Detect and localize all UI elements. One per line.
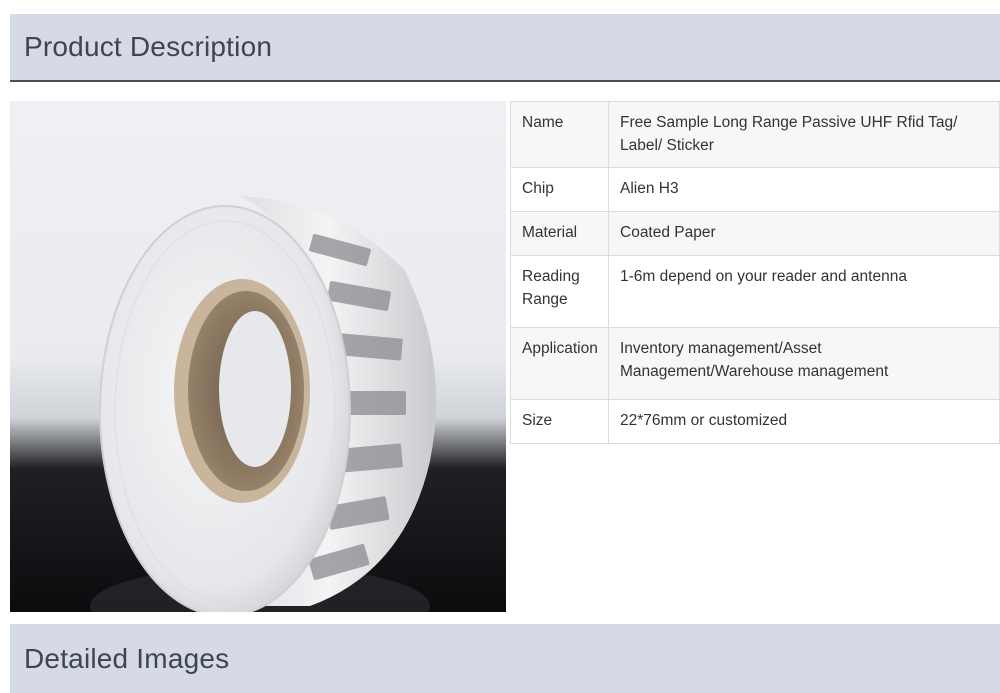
spec-row-name: Name Free Sample Long Range Passive UHF … bbox=[510, 101, 1000, 168]
spec-key: Reading Range bbox=[510, 255, 609, 328]
spec-row-size: Size 22*76mm or customized bbox=[510, 399, 1000, 444]
spec-value: Alien H3 bbox=[608, 167, 1000, 212]
spec-value: Inventory management/Asset Management/Wa… bbox=[608, 327, 1000, 400]
section-header-product-description: Product Description bbox=[10, 14, 1000, 82]
section-header-detailed-images: Detailed Images bbox=[10, 624, 1000, 693]
spec-row-application: Application Inventory management/Asset M… bbox=[510, 327, 1000, 400]
rfid-label-roll-illustration bbox=[90, 196, 437, 612]
spec-key: Chip bbox=[510, 167, 609, 212]
spec-key: Application bbox=[510, 327, 609, 400]
spec-value: Free Sample Long Range Passive UHF Rfid … bbox=[608, 101, 1000, 168]
product-specs-table: Name Free Sample Long Range Passive UHF … bbox=[510, 101, 1000, 444]
spec-key: Name bbox=[510, 101, 609, 168]
spec-key: Size bbox=[510, 399, 609, 444]
section-title: Product Description bbox=[24, 31, 273, 62]
spec-key: Material bbox=[510, 211, 609, 256]
spec-value: Coated Paper bbox=[608, 211, 1000, 256]
spec-row-reading-range: Reading Range 1-6m depend on your reader… bbox=[510, 255, 1000, 328]
spec-row-chip: Chip Alien H3 bbox=[510, 167, 1000, 212]
spec-value: 1-6m depend on your reader and antenna bbox=[608, 255, 1000, 328]
spec-value: 22*76mm or customized bbox=[608, 399, 1000, 444]
section-title: Detailed Images bbox=[24, 642, 230, 674]
product-image bbox=[10, 101, 506, 612]
spec-row-material: Material Coated Paper bbox=[510, 211, 1000, 256]
